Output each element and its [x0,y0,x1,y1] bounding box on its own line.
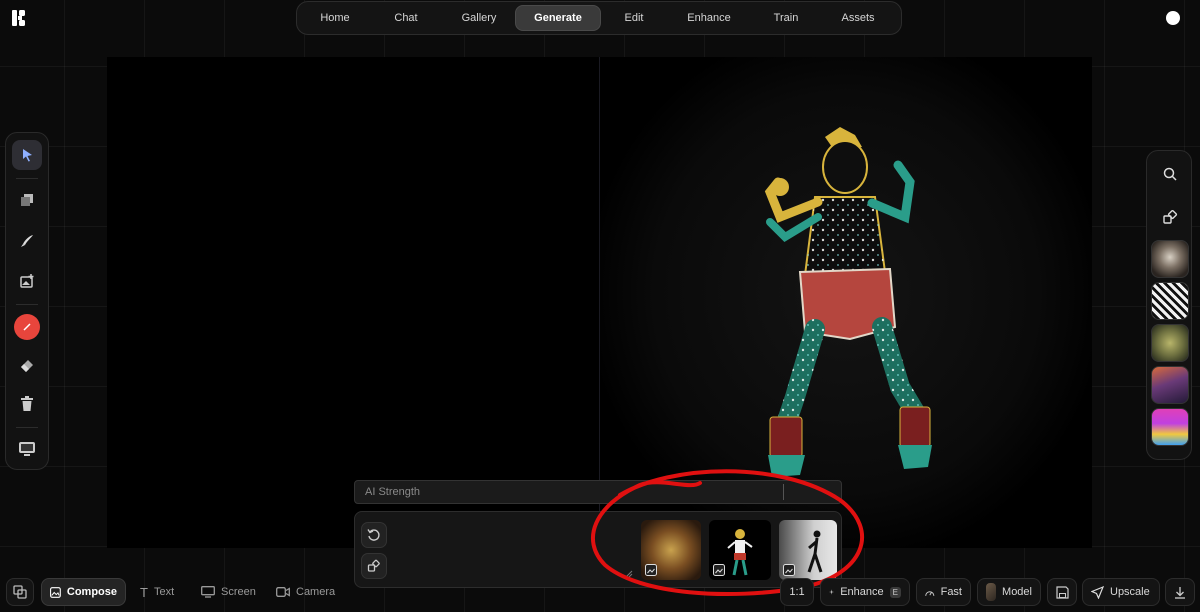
compose-label: Compose [66,586,117,598]
history-thumbnail-4[interactable] [1151,366,1189,404]
eraser-icon[interactable] [12,351,42,381]
layers-toggle-button[interactable] [6,578,34,606]
tab-train[interactable]: Train [751,5,821,31]
sparkle-icon [829,589,835,595]
output-canvas [600,57,1092,548]
camera-mode-button[interactable]: Camera [268,578,343,606]
enhance-button[interactable]: Enhance E [820,578,910,606]
tab-generate[interactable]: Generate [515,5,601,31]
history-thumbnail-5[interactable] [1151,408,1189,446]
enhance-label: Enhance [840,586,884,598]
model-label: Model [1002,586,1032,598]
reference-image-creature[interactable] [641,520,701,580]
model-button[interactable]: Model [977,578,1041,606]
send-icon [1091,585,1104,599]
select-icon[interactable] [12,140,42,170]
shapes-icon [367,559,380,572]
app-logo[interactable] [12,10,26,26]
upscale-button[interactable]: Upscale [1082,578,1160,606]
screen-mode-button[interactable]: Screen [193,578,264,606]
reference-image-silhouette[interactable] [779,520,837,580]
model-avatar [986,583,997,601]
aspect-ratio-button[interactable]: 1:1 [780,578,814,606]
generated-image [764,127,932,477]
gauge-icon [925,590,935,596]
image-icon [50,586,61,598]
ai-strength-slider[interactable]: AI Strength [354,480,842,504]
compose-mode-button[interactable]: Compose [41,578,126,606]
image-add-icon[interactable] [12,266,42,296]
upscale-label: Upscale [1110,586,1150,598]
reference-image-dancer[interactable] [709,520,771,580]
save-button[interactable] [1047,578,1077,606]
tab-edit[interactable]: Edit [601,5,667,31]
tab-enhance[interactable]: Enhance [667,5,751,31]
tab-home[interactable]: Home [301,5,369,31]
bottom-bar: Compose T Text Screen Camera 1:1 Enhance… [0,575,1200,608]
trash-icon[interactable] [12,389,42,419]
tab-gallery[interactable]: Gallery [443,5,515,31]
save-icon [1055,585,1069,599]
speed-button[interactable]: Fast [916,578,971,606]
screen-label: Screen [221,586,256,598]
monitor-icon [201,586,215,598]
aspect-ratio-label: 1:1 [789,586,805,598]
tab-chat[interactable]: Chat [369,5,443,31]
user-avatar[interactable] [1166,11,1180,25]
brush-icon[interactable] [12,226,42,256]
download-icon [1175,586,1185,599]
history-thumbnail-1[interactable] [1151,240,1189,278]
camera-label: Camera [296,586,336,598]
text-label: Text [153,586,175,598]
history-thumbnail-2[interactable] [1151,282,1189,320]
top-navigation: Home Chat Gallery Generate Edit Enhance … [296,1,902,35]
shapes-icon[interactable] [1156,203,1184,231]
search-icon[interactable] [1156,160,1184,188]
input-canvas[interactable] [107,57,599,548]
text-mode-button[interactable]: T Text [132,578,182,606]
copy-icon [13,585,27,599]
speed-label: Fast [940,586,962,598]
tab-assets[interactable]: Assets [821,5,895,31]
camera-icon [276,587,290,597]
color-swatch-icon[interactable] [12,312,42,342]
text-icon: T [140,584,148,600]
reset-button[interactable] [361,522,387,548]
screen-capture-icon[interactable] [12,434,42,464]
reset-icon [367,529,380,541]
left-toolbar [5,132,49,470]
ai-strength-handle[interactable] [783,484,784,500]
right-toolbar [1146,150,1192,460]
canvas-area[interactable] [107,57,1092,548]
ai-strength-label: AI Strength [365,486,421,498]
enhance-shortcut: E [889,586,901,598]
layers-icon[interactable] [12,185,42,215]
history-thumbnail-3[interactable] [1151,324,1189,362]
download-button[interactable] [1165,578,1195,606]
